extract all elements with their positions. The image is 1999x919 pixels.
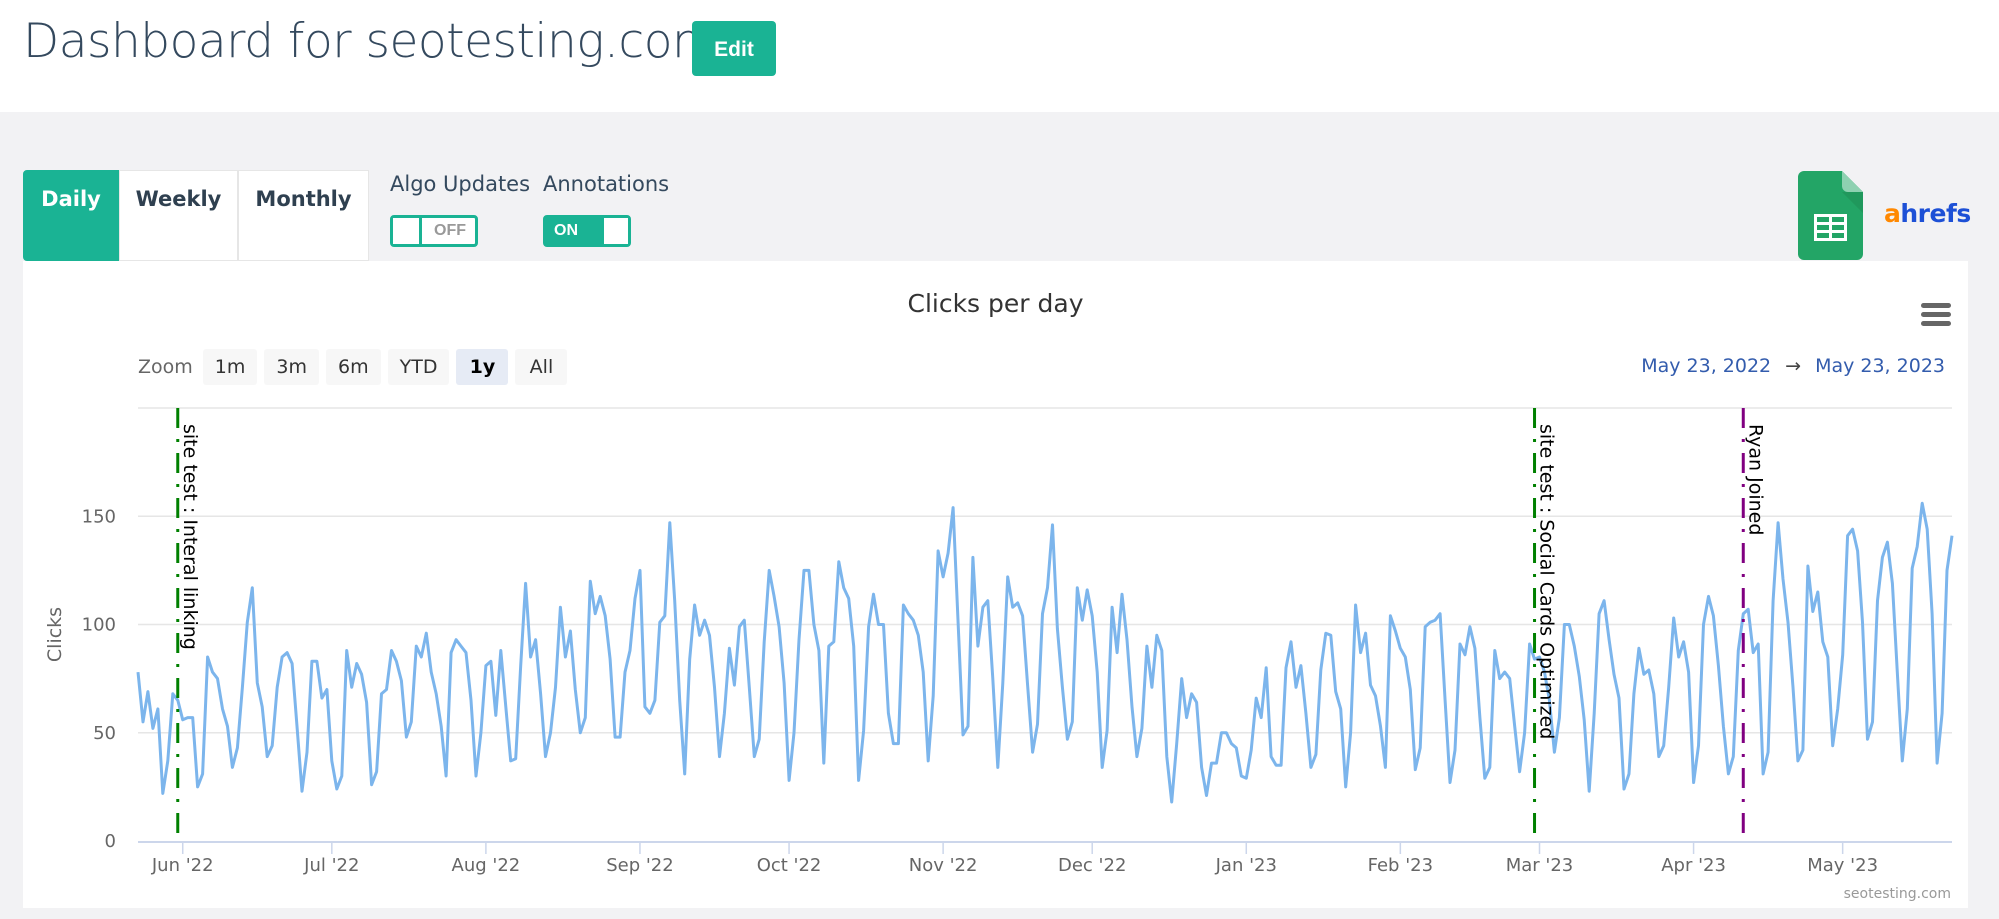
series-line-clicks [136, 501, 1954, 804]
ahrefs-logo[interactable]: ahrefs [1884, 199, 1971, 228]
zoom-1y-button[interactable]: 1y [456, 349, 509, 385]
x-tick-label: Jan '23 [1215, 855, 1277, 876]
chart-title: Clicks per day [907, 289, 1084, 318]
google-sheets-icon[interactable] [1798, 171, 1863, 260]
zoom-selector: Zoom 1m 3m 6m YTD 1y All [138, 349, 574, 385]
annotation-label: Ryan Joined [1744, 424, 1766, 535]
tab-daily[interactable]: Daily [23, 170, 119, 261]
y-axis-label: Clicks [44, 607, 66, 662]
x-tick-label: Sep '22 [606, 855, 674, 876]
x-tick-label: Mar '23 [1506, 855, 1574, 876]
date-range: May 23, 2022 → May 23, 2023 [1641, 355, 1945, 377]
x-tick-label: Oct '22 [757, 855, 822, 876]
x-tick-label: Jun '22 [151, 855, 214, 876]
x-tick-label: Aug '22 [452, 855, 521, 876]
x-tick-label: Apr '23 [1661, 855, 1726, 876]
x-tick-label: Jul '22 [303, 855, 359, 876]
zoom-all-button[interactable]: All [515, 349, 568, 385]
y-tick-label: 150 [82, 506, 116, 527]
toggle-knob [604, 218, 628, 244]
arrow-right-icon: → [1785, 355, 1802, 377]
toggle-knob [393, 218, 422, 244]
y-tick-label: 100 [82, 615, 116, 636]
page-header: Dashboard for seotesting.com Edit [0, 0, 1999, 112]
zoom-ytd-button[interactable]: YTD [387, 349, 450, 385]
x-tick-label: Nov '22 [909, 855, 978, 876]
chart-credit[interactable]: seotesting.com [1844, 886, 1951, 902]
toggle-state: OFF [434, 222, 466, 239]
date-range-from[interactable]: May 23, 2022 [1641, 355, 1771, 377]
period-tabs: Daily Weekly Monthly [23, 170, 369, 261]
hamburger-menu-icon[interactable] [1921, 303, 1951, 327]
x-tick-label: May '23 [1807, 855, 1878, 876]
annotation-label: site test : Interal linking [179, 424, 201, 650]
ahrefs-logo-a: a [1884, 199, 1901, 228]
chart-card: 0 50 100 150 Clicks Jun '22 Jul '22 Aug '22 Sep … [23, 261, 1968, 908]
y-tick-label: 0 [105, 831, 116, 852]
x-tick-label: Dec '22 [1058, 855, 1126, 876]
tab-weekly[interactable]: Weekly [119, 170, 238, 261]
ahrefs-logo-rest: hrefs [1900, 199, 1971, 228]
algo-updates-label: Algo Updates [390, 172, 531, 196]
zoom-label: Zoom [138, 356, 193, 378]
zoom-1m-button[interactable]: 1m [202, 349, 258, 385]
toggle-state: ON [554, 222, 578, 239]
edit-button[interactable]: Edit [692, 21, 776, 76]
x-tick-label: Feb '23 [1368, 855, 1433, 876]
annotations-label: Annotations [543, 172, 670, 196]
zoom-6m-button[interactable]: 6m [326, 349, 381, 385]
algo-updates-toggle[interactable]: OFF [390, 215, 478, 247]
y-tick-label: 50 [93, 723, 116, 744]
page-title: Dashboard for seotesting.com [23, 14, 718, 69]
tab-monthly[interactable]: Monthly [238, 170, 369, 261]
zoom-3m-button[interactable]: 3m [264, 349, 319, 385]
annotations-toggle[interactable]: ON [543, 215, 631, 247]
annotation-label: site test : Social Cards Optimized [1536, 424, 1558, 739]
date-range-to[interactable]: May 23, 2023 [1815, 355, 1945, 377]
